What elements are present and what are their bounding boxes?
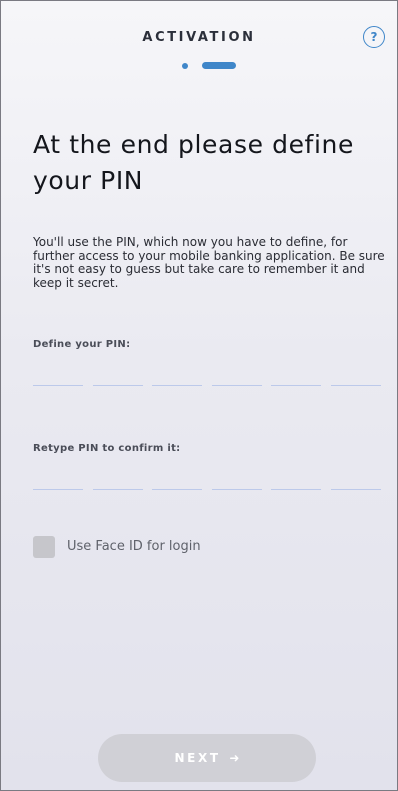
define-pin-digit-1[interactable] (33, 371, 83, 386)
confirm-pin-digit-6[interactable] (331, 475, 381, 490)
define-pin-digit-2[interactable] (93, 371, 143, 386)
step-indicator-current (202, 62, 236, 69)
pin-description: You'll use the PIN, which now you have t… (33, 235, 385, 290)
define-pin-field[interactable] (33, 371, 381, 386)
activation-screen: ACTIVATION ? At the end please define yo… (0, 0, 398, 791)
step-indicator-previous (182, 63, 188, 69)
define-pin-digit-3[interactable] (152, 371, 202, 386)
confirm-pin-digit-3[interactable] (152, 475, 202, 490)
define-pin-digit-6[interactable] (331, 371, 381, 386)
confirm-pin-digit-2[interactable] (93, 475, 143, 490)
face-id-checkbox[interactable] (33, 536, 55, 558)
page-heading: At the end please define your PIN (33, 130, 354, 195)
page-title: ACTIVATION (142, 30, 256, 45)
next-button-label: NEXT (174, 751, 221, 765)
confirm-pin-label: Retype PIN to confirm it: (33, 443, 181, 454)
confirm-pin-digit-4[interactable] (212, 475, 262, 490)
define-pin-digit-4[interactable] (212, 371, 262, 386)
define-pin-digit-5[interactable] (271, 371, 321, 386)
help-icon[interactable]: ? (363, 26, 385, 48)
confirm-pin-digit-1[interactable] (33, 475, 83, 490)
face-id-label[interactable]: Use Face ID for login (67, 539, 201, 554)
next-button[interactable]: NEXT ➜ (98, 734, 316, 782)
define-pin-label: Define your PIN: (33, 339, 131, 350)
confirm-pin-digit-5[interactable] (271, 475, 321, 490)
confirm-pin-field[interactable] (33, 475, 381, 490)
arrow-right-icon: ➜ (229, 751, 240, 765)
